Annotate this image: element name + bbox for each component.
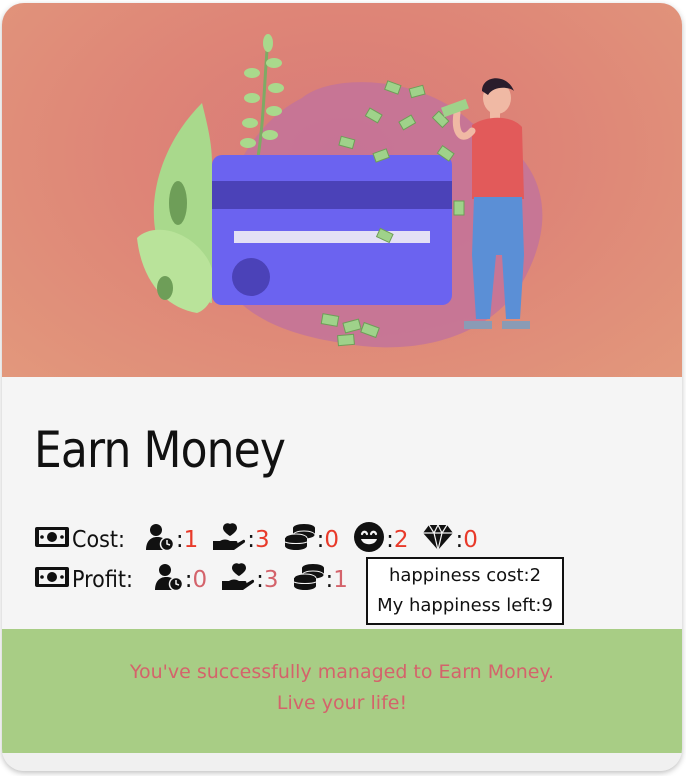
- cost-diamond-value: 0: [463, 527, 478, 553]
- cost-care: :3: [212, 523, 270, 557]
- banknote-icon: [34, 526, 70, 554]
- profit-care: :3: [221, 563, 279, 597]
- cost-time: :1: [145, 523, 198, 557]
- cost-coins-value: 0: [324, 527, 340, 553]
- person-clock-icon: [145, 523, 175, 557]
- coins-icon: [284, 523, 316, 557]
- happiness-tooltip: happiness cost:2 My happiness left:9: [366, 557, 564, 625]
- banknote-icon: [34, 566, 70, 594]
- result-message: You've successfully managed to Earn Mone…: [129, 661, 555, 683]
- profit-label: Profit:: [72, 567, 133, 593]
- cost-time-value: 1: [183, 527, 199, 553]
- profit-coins: :1: [293, 563, 348, 597]
- result-footer: You've successfully managed to Earn Mone…: [2, 629, 682, 753]
- result-submessage: Live your life!: [276, 692, 408, 714]
- hand-heart-icon: [221, 563, 255, 597]
- smiley-icon[interactable]: [353, 521, 385, 559]
- diamond-icon: [422, 523, 454, 557]
- hero-illustration: [2, 3, 682, 377]
- profit-time-value: 0: [192, 567, 208, 593]
- cost-row: Cost: :1 :3 :0: 2: 0: [34, 521, 492, 559]
- cost-care-value: 3: [255, 527, 270, 553]
- hand-heart-icon: [212, 523, 246, 557]
- tooltip-happiness-left: My happiness left:9: [377, 595, 553, 616]
- card-body: Earn Money Cost: :1 :3: 0: 2: 0 Profi…: [2, 377, 682, 629]
- profit-row: Profit: :0 :3 :1: [34, 563, 362, 597]
- card-title: Earn Money: [34, 421, 286, 479]
- profit-time: :0: [154, 563, 207, 597]
- card-bottom-strip: [2, 753, 682, 771]
- activity-card[interactable]: Earn Money Cost: :1 :3: 0: 2: 0 Profi…: [2, 3, 682, 771]
- cost-happiness[interactable]: :2: [353, 521, 408, 559]
- tooltip-happiness-cost: happiness cost:2: [388, 565, 542, 586]
- coins-icon: [293, 563, 325, 597]
- profit-coins-value: 1: [333, 567, 348, 593]
- cost-happiness-value: 2: [393, 527, 409, 553]
- money-illustration: [137, 34, 543, 348]
- profit-care-value: 3: [263, 567, 279, 593]
- cost-coins: :0: [284, 523, 339, 557]
- person-clock-icon: [154, 563, 184, 597]
- cost-diamond: :0: [422, 523, 478, 557]
- cost-label: Cost:: [72, 527, 126, 553]
